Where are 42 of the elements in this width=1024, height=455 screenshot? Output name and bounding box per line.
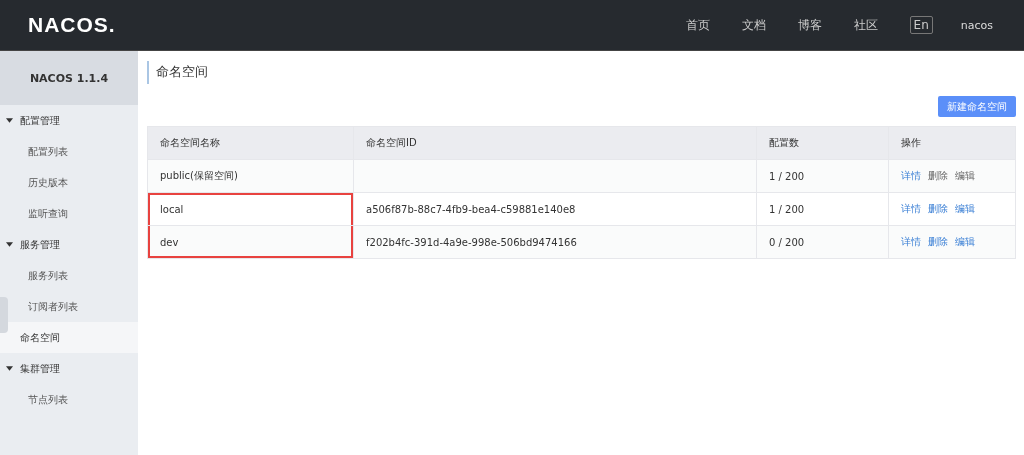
nacos-logo[interactable]: NACOS. — [28, 13, 116, 37]
caret-icon — [6, 118, 13, 123]
menu-item[interactable]: 节点列表 — [10, 384, 138, 415]
user-menu[interactable]: nacos — [960, 18, 993, 32]
action-link[interactable]: 编辑 — [955, 236, 975, 247]
nav-link[interactable]: 文档 — [741, 16, 766, 34]
menu-item[interactable]: 命名空间 — [0, 322, 138, 353]
action-link[interactable]: 详情 — [901, 203, 921, 214]
table-cell: 1 / 200 — [756, 159, 889, 193]
table-cell: dev — [147, 225, 354, 259]
menu-group[interactable]: 集群管理 — [0, 353, 138, 384]
action-link[interactable]: 删除 — [928, 236, 948, 247]
menu-item[interactable]: 配置列表 — [10, 136, 138, 167]
action-link[interactable]: 删除 — [928, 203, 948, 214]
table-cell: 0 / 200 — [756, 225, 889, 259]
menu-item[interactable]: 订阅者列表 — [10, 291, 138, 322]
caret-icon — [6, 366, 13, 371]
menu-group[interactable]: 服务管理 — [0, 229, 138, 260]
action-link[interactable]: 编辑 — [955, 203, 975, 214]
nav-link[interactable]: 首页 — [685, 16, 710, 34]
column-header: 操作 — [888, 126, 1016, 160]
nav-link[interactable]: 社区 — [853, 16, 878, 34]
menu-item[interactable]: 服务列表 — [10, 260, 138, 291]
menu-item[interactable]: 监听查询 — [10, 198, 138, 229]
column-header: 命名空间ID — [353, 126, 757, 160]
column-header: 配置数 — [756, 126, 889, 160]
caret-icon — [6, 242, 13, 247]
version-title: NACOS 1.1.4 — [0, 51, 138, 105]
column-header: 命名空间名称 — [147, 126, 354, 160]
collapse-handle[interactable] — [0, 297, 8, 333]
action-link[interactable]: 详情 — [901, 170, 921, 181]
menu-group[interactable]: 配置管理 — [0, 105, 138, 136]
nav-link[interactable]: 博客 — [797, 16, 822, 34]
page-title: 命名空间 — [147, 61, 208, 84]
language-button[interactable]: En — [909, 16, 933, 34]
table-cell: public(保留空间) — [147, 159, 354, 193]
table-cell: 1 / 200 — [756, 192, 889, 226]
table-cell: a506f87b-88c7-4fb9-bea4-c59881e140e8 — [353, 192, 757, 226]
menu-item[interactable]: 历史版本 — [10, 167, 138, 198]
action-link[interactable]: 详情 — [901, 236, 921, 247]
table-cell: f202b4fc-391d-4a9e-998e-506bd9474166 — [353, 225, 757, 259]
table-cell: local — [147, 192, 354, 226]
